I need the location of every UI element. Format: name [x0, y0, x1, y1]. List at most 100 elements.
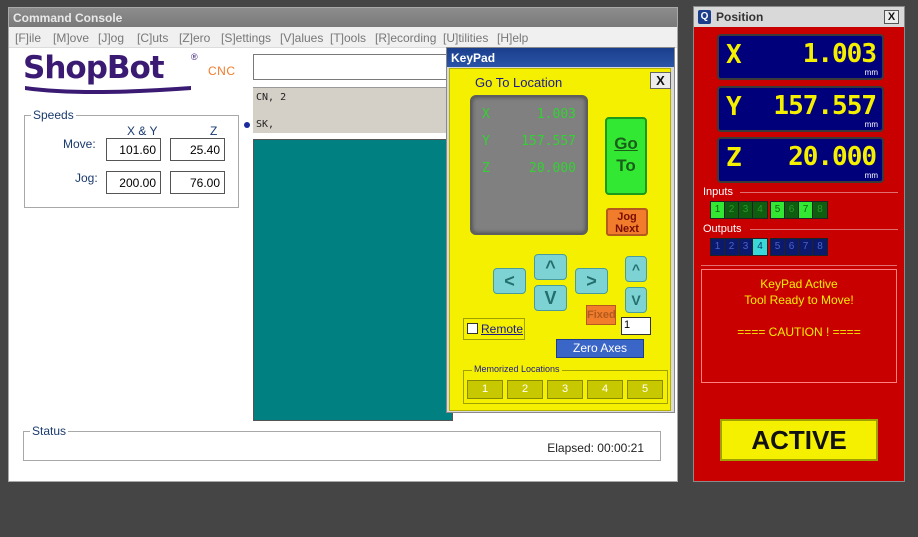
position-close-button[interactable]: X: [884, 10, 899, 24]
menu-cuts[interactable]: [C]uts: [137, 31, 168, 45]
move-xy-field[interactable]: 101.60: [106, 138, 161, 161]
shopbot-logo: ShopBot ® CNC: [23, 50, 249, 100]
go-to-button[interactable]: Go To: [605, 117, 647, 195]
input-8: 8: [813, 202, 827, 218]
status-group: Status Elapsed: 00:00:21: [23, 424, 661, 461]
speeds-col-z: Z: [210, 124, 218, 138]
position-title: Position: [716, 10, 764, 24]
memory-slot-1[interactable]: 1: [467, 380, 503, 399]
speeds-col-xy: X & Y: [127, 124, 158, 138]
menu-jog[interactable]: [J]og: [98, 31, 124, 45]
input-6: 6: [785, 202, 799, 218]
message-line: [702, 308, 896, 324]
lcd-y-value[interactable]: 157.557: [521, 134, 576, 149]
keypad-window: KeyPad Go To Location X X 1.003 Y 157.55…: [446, 47, 675, 413]
input-5: 5: [771, 202, 785, 218]
memory-slot-2[interactable]: 2: [507, 380, 543, 399]
message-line: KeyPad Active: [760, 277, 838, 291]
jog-xy-field[interactable]: 200.00: [106, 171, 161, 194]
menu-zero[interactable]: [Z]ero: [179, 31, 210, 45]
lcd-z-label: Z: [482, 161, 490, 176]
console-work-area: [253, 139, 453, 421]
input-1: 1: [711, 202, 725, 218]
menu-tools[interactable]: [T]ools: [330, 31, 366, 45]
y-axis-value: 157.557: [773, 91, 877, 121]
memory-slot-4[interactable]: 4: [587, 380, 623, 399]
go-to-label-line1: Go: [614, 134, 638, 153]
menu-move[interactable]: [M]ove: [53, 31, 89, 45]
jog-x-minus-button[interactable]: <: [493, 268, 526, 294]
lcd-z-value[interactable]: 20.000: [529, 161, 576, 176]
logo-swoosh: [25, 86, 191, 94]
remote-checkbox[interactable]: Remote: [463, 318, 525, 340]
jog-z-plus-button[interactable]: ^: [625, 256, 647, 282]
current-line-marker: [244, 122, 250, 128]
menu-file[interactable]: [F]ile: [15, 31, 41, 45]
menu-settings[interactable]: [S]ettings: [221, 31, 271, 45]
move-z-field[interactable]: 25.40: [170, 138, 225, 161]
memory-slot-5[interactable]: 5: [627, 380, 663, 399]
position-app-icon: Q: [698, 10, 711, 24]
output-4: 4: [753, 239, 767, 255]
menu-recording[interactable]: [R]ecording: [375, 31, 436, 45]
z-axis-value: 20.000: [788, 142, 877, 172]
jog-z-field[interactable]: 76.00: [170, 171, 225, 194]
step-size-field[interactable]: 1: [621, 317, 651, 335]
x-axis-label: X: [726, 40, 742, 70]
output-5: 5: [771, 239, 785, 255]
menu-values[interactable]: [V]alues: [280, 31, 323, 45]
position-window: Q Position X X 1.003 mm Y 157.557 mm Z 2…: [693, 6, 905, 482]
outputs-group-b: 5 6 7 8: [770, 238, 828, 256]
output-7: 7: [799, 239, 813, 255]
x-axis-value: 1.003: [802, 39, 877, 69]
fixed-step-button[interactable]: Fixed: [586, 305, 616, 325]
logo-registered-mark: ®: [191, 52, 198, 62]
z-axis-unit: mm: [864, 171, 878, 180]
input-7: 7: [799, 202, 813, 218]
remote-checkbox-label: Remote: [481, 322, 524, 336]
speeds-group-label: Speeds: [31, 108, 76, 122]
console-menubar: [F]ile [M]ove [J]og [C]uts [Z]ero [S]ett…: [9, 27, 677, 48]
jog-y-plus-button[interactable]: ^: [534, 254, 567, 280]
lcd-x-value[interactable]: 1.003: [537, 107, 576, 122]
menu-help[interactable]: [H]elp: [497, 31, 528, 45]
output-line: SK,: [256, 119, 275, 130]
command-output: CN, 2 SK,: [253, 87, 453, 133]
input-4: 4: [753, 202, 767, 218]
outputs-divider: [750, 229, 898, 230]
active-status-button[interactable]: ACTIVE: [720, 419, 878, 461]
menu-utilities[interactable]: [U]tilities: [443, 31, 488, 45]
y-readout: Y 157.557 mm: [717, 86, 884, 132]
jog-next-button[interactable]: Jog Next: [606, 208, 648, 236]
x-axis-unit: mm: [864, 68, 878, 77]
input-3: 3: [739, 202, 753, 218]
remote-checkbox-box[interactable]: [467, 323, 478, 334]
elapsed-time: Elapsed: 00:00:21: [547, 441, 644, 455]
memory-slot-3[interactable]: 3: [547, 380, 583, 399]
output-2: 2: [725, 239, 739, 255]
output-line: CN, 2: [256, 92, 287, 103]
output-3: 3: [739, 239, 753, 255]
jog-x-plus-button[interactable]: >: [575, 268, 608, 294]
console-title-bar[interactable]: Command Console: [9, 8, 677, 27]
move-speed-label: Move:: [63, 137, 96, 151]
message-line: ==== CAUTION ! ====: [737, 325, 861, 339]
command-input[interactable]: [253, 54, 453, 80]
inputs-group-a: 1 2 3 4: [710, 201, 768, 219]
keypad-close-button[interactable]: X: [650, 72, 671, 89]
jog-z-minus-button[interactable]: V: [625, 287, 647, 313]
jog-next-label-line1: Jog: [617, 211, 637, 223]
z-readout: Z 20.000 mm: [717, 137, 884, 183]
zero-axes-button[interactable]: Zero Axes: [556, 339, 644, 358]
speeds-group: Speeds X & Y Z Move: Jog: 101.60 25.40 2…: [24, 108, 239, 208]
message-line: Tool Ready to Move!: [744, 293, 854, 307]
inputs-group-b: 5 6 7 8: [770, 201, 828, 219]
status-group-label: Status: [30, 424, 69, 438]
keypad-title-bar[interactable]: KeyPad: [447, 48, 674, 67]
lcd-y-label: Y: [482, 134, 490, 149]
position-title-bar[interactable]: Q Position: [694, 7, 904, 27]
output-6: 6: [785, 239, 799, 255]
outputs-label: Outputs: [703, 223, 742, 235]
goto-location-title: Go To Location: [475, 75, 563, 90]
jog-y-minus-button[interactable]: V: [534, 285, 567, 311]
